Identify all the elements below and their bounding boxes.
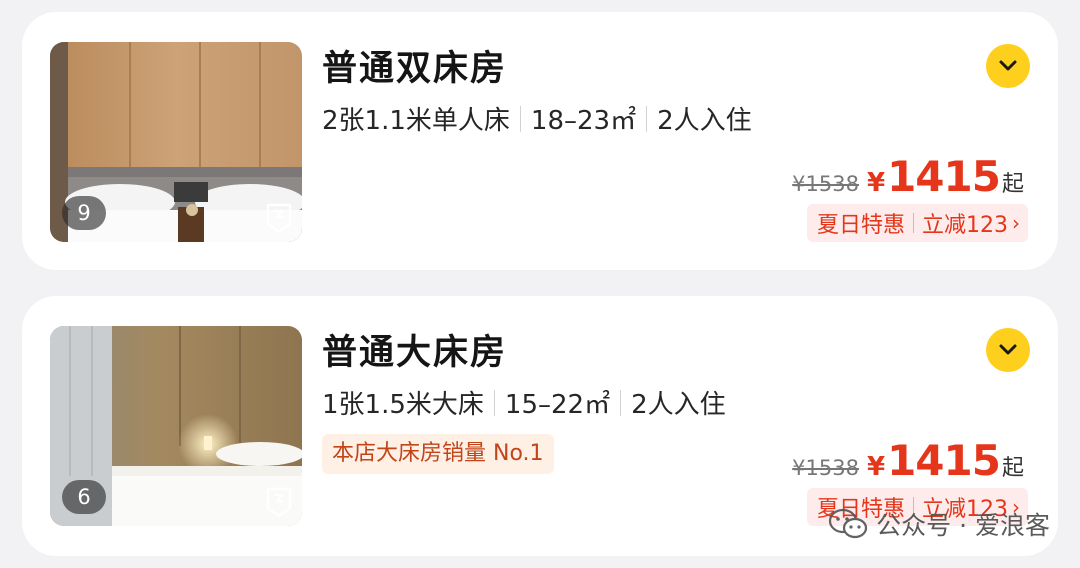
price-suffix: 起 — [1001, 172, 1024, 197]
bed-info: 2张1.1米单人床 — [322, 106, 510, 136]
photo-count-badge: 9 — [62, 196, 106, 230]
bed-info: 1张1.5米大床 — [322, 390, 484, 420]
room-area: 15–22㎡ — [504, 390, 611, 420]
watermark-text: 公众号 · 爱浪客 — [876, 511, 1050, 540]
current-price: 1415 — [887, 436, 1001, 485]
room-name: 普通双床房 — [322, 49, 508, 89]
chevron-down-icon — [999, 60, 1017, 71]
original-price: ¥1538 — [792, 456, 859, 480]
chevron-down-icon — [999, 344, 1017, 355]
promo-name: 夏日特惠 — [816, 213, 905, 238]
vr-tour-icon[interactable] — [264, 486, 294, 518]
price-suffix: 起 — [1001, 456, 1024, 481]
vr-tour-icon[interactable] — [264, 202, 294, 234]
promo-badge[interactable]: 夏日特惠 立减123 › — [806, 204, 1028, 242]
room-photo[interactable]: 6 — [50, 326, 302, 526]
room-area: 18–23㎡ — [530, 106, 637, 136]
spec-divider — [620, 389, 622, 416]
current-price: 1415 — [887, 152, 1001, 201]
expand-button[interactable] — [986, 44, 1030, 88]
sales-rank-tag: 本店大床房销量 No.1 — [322, 434, 554, 474]
room-specs: 1张1.5米大床 15–22㎡ 2人入住 — [322, 384, 726, 421]
chevron-right-icon: › — [1012, 211, 1020, 235]
room-name: 普通大床房 — [322, 333, 508, 373]
promo-divider — [913, 213, 914, 233]
spec-divider — [493, 389, 495, 416]
room-photo[interactable]: 9 — [50, 42, 302, 242]
currency-symbol: ¥ — [866, 452, 886, 482]
room-card-twin[interactable]: 9 普通双床房 2张1.1米单人床 18–23㎡ 2人入住 ¥1538 ¥ 14… — [22, 12, 1058, 270]
room-specs: 2张1.1米单人床 18–23㎡ 2人入住 — [322, 100, 752, 137]
photo-count-badge: 6 — [62, 480, 106, 514]
occupancy: 2人入住 — [657, 106, 752, 136]
currency-symbol: ¥ — [866, 168, 886, 198]
price-row: ¥1538 ¥ 1415 起 — [792, 152, 1024, 201]
watermark: 公众号 · 爱浪客 — [828, 506, 1050, 542]
spec-divider — [519, 105, 521, 132]
original-price: ¥1538 — [792, 172, 859, 196]
spec-divider — [646, 105, 648, 132]
expand-button[interactable] — [986, 328, 1030, 372]
price-row: ¥1538 ¥ 1415 起 — [792, 436, 1024, 485]
wechat-icon — [829, 508, 868, 539]
occupancy: 2人入住 — [631, 390, 726, 420]
promo-discount: 立减123 — [922, 213, 1008, 238]
